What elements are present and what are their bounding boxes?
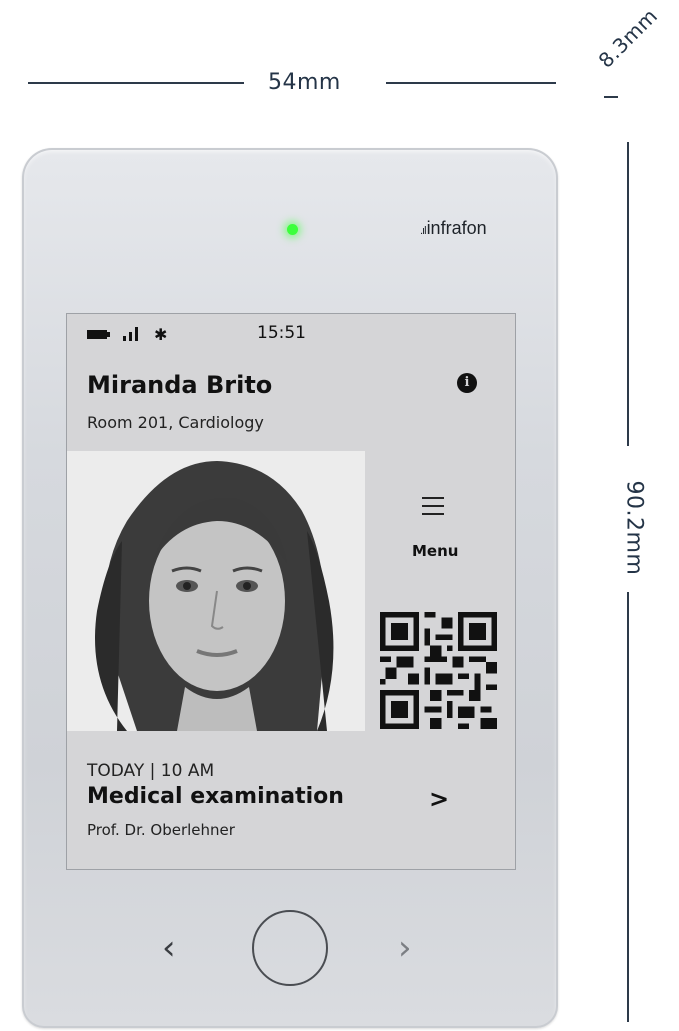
width-dimension-line-right bbox=[386, 82, 556, 84]
status-bar: ✱ bbox=[87, 322, 167, 346]
brand-signal-icon: .ıl bbox=[420, 225, 426, 237]
depth-dimension-label: 8.3mm bbox=[593, 3, 663, 73]
menu-icon[interactable] bbox=[422, 497, 444, 521]
appointment-doctor: Prof. Dr. Oberlehner bbox=[87, 821, 235, 839]
menu-label[interactable]: Menu bbox=[412, 542, 458, 560]
brand-logo: .ılinfrafon bbox=[420, 218, 487, 239]
signal-icon bbox=[123, 327, 138, 341]
status-time: 15:51 bbox=[257, 323, 306, 343]
patient-name: Miranda Brito bbox=[87, 371, 273, 399]
height-dimension-label: 90.2mm bbox=[621, 480, 647, 576]
battery-icon bbox=[87, 329, 110, 339]
height-dimension-line-top bbox=[627, 142, 629, 446]
brand-name: infrafon bbox=[426, 218, 487, 238]
height-dimension-line-bottom bbox=[627, 592, 629, 1022]
appointment-time: TODAY | 10 AM bbox=[87, 761, 215, 781]
next-button[interactable]: › bbox=[398, 928, 412, 968]
bluetooth-icon: ✱ bbox=[154, 324, 168, 344]
status-led bbox=[287, 224, 298, 235]
width-dimension-line-left bbox=[28, 82, 244, 84]
patient-room: Room 201, Cardiology bbox=[87, 413, 264, 432]
qr-code bbox=[380, 612, 497, 729]
appointment-title[interactable]: Medical examination bbox=[87, 784, 344, 809]
info-icon[interactable]: i bbox=[457, 373, 477, 393]
device-body: .ılinfrafon ✱ 15:51 Miranda Brito i Room… bbox=[22, 148, 558, 1028]
chevron-right-icon[interactable]: > bbox=[429, 785, 449, 813]
home-button[interactable] bbox=[252, 910, 328, 986]
width-dimension-label: 54mm bbox=[268, 70, 341, 95]
previous-button[interactable]: ‹ bbox=[162, 928, 176, 968]
device-screen: ✱ 15:51 Miranda Brito i Room 201, Cardio… bbox=[66, 313, 516, 870]
depth-dimension-tick bbox=[604, 96, 618, 98]
patient-photo bbox=[67, 451, 365, 731]
